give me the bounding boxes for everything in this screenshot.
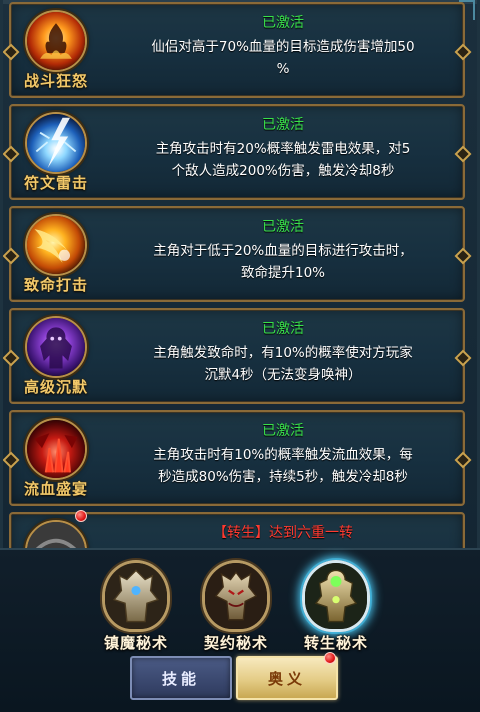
desc-line-1: 主角攻击时有20%概率触发雷电效果，对5 — [155, 141, 411, 157]
tab-label: 镇魔秘术 — [103, 634, 168, 652]
status-active: 已激活 — [262, 219, 304, 235]
skill-card-rune-thunder[interactable]: 符文雷击 已激活 主角攻击时有20%概率触发雷电效果，对5 个敌人造成200%伤… — [9, 104, 465, 200]
tab-contract[interactable]: 契约秘术 — [192, 558, 280, 666]
skill-name: 流血盛宴 — [23, 480, 88, 498]
skill-description: 主角攻击时有20%概率触发雷电效果，对5 个敌人造成200%伤害，触发冷却8秒 — [107, 138, 459, 182]
skill-card-battle-rage[interactable]: 战斗狂怒 已激活 仙侣对高于70%血量的目标造成伤害增加50 % — [9, 2, 465, 98]
status-active: 已激活 — [262, 321, 304, 337]
skill-description: 主角对于低于20%血量的目标进行攻击时， 致命提升10% — [107, 240, 459, 284]
status-locked: 【转生】达到六重一转 — [213, 525, 353, 541]
desc-line-2: % — [276, 61, 290, 77]
desc-line-2: 致命提升10% — [240, 265, 325, 281]
desc-line-2: 秒造成80%伤害，持续5秒，触发冷却8秒 — [158, 469, 408, 485]
skill-card-locked[interactable]: 【转生】达到六重一转 — [9, 510, 465, 548]
fatal-strike-icon — [25, 214, 87, 276]
desc-line-1: 主角对于低于20%血量的目标进行攻击时， — [153, 243, 413, 259]
tab-label: 契约秘术 — [203, 634, 268, 652]
skill-card-fatal-strike[interactable]: 致命打击 已激活 主角对于低于20%血量的目标进行攻击时， 致命提升10% — [9, 206, 465, 302]
contract-icon — [202, 560, 270, 632]
notification-dot — [324, 652, 336, 664]
desc-line-2: 个敌人造成200%伤害，触发冷却8秒 — [171, 163, 395, 179]
desc-line-1: 主角攻击时有10%的概率触发流血效果，每 — [153, 447, 413, 463]
bleeding-feast-icon — [25, 418, 87, 480]
skill-description: 主角触发致命时，有10%的概率使对方玩家 沉默4秒（无法变身唤神） — [107, 342, 459, 386]
demon-suppress-icon — [102, 560, 170, 632]
skill-description: 仙侣对高于70%血量的目标造成伤害增加50 % — [107, 36, 459, 80]
rune-thunder-icon — [25, 112, 87, 174]
skill-name: 致命打击 — [23, 276, 88, 294]
rebirth-icon — [302, 560, 370, 632]
skill-name: 符文雷击 — [23, 174, 88, 192]
desc-line-1: 主角触发致命时，有10%的概率使对方玩家 — [153, 345, 413, 361]
skill-list[interactable]: 战斗狂怒 已激活 仙侣对高于70%血量的目标造成伤害增加50 % 符文雷击 已激… — [0, 0, 480, 548]
skill-card-bleeding-feast[interactable]: 流血盛宴 已激活 主角攻击时有10%的概率触发流血效果，每 秒造成80%伤害，持… — [9, 410, 465, 506]
skill-card-advanced-silence[interactable]: 高级沉默 已激活 主角触发致命时，有10%的概率使对方玩家 沉默4秒（无法变身唤… — [9, 308, 465, 404]
desc-line-1: 仙侣对高于70%血量的目标造成伤害增加50 — [151, 39, 415, 55]
secret-button[interactable]: 奥义 — [236, 656, 338, 700]
battle-rage-icon — [25, 10, 87, 72]
status-active: 已激活 — [262, 117, 304, 133]
advanced-silence-icon — [25, 316, 87, 378]
skill-name: 高级沉默 — [23, 378, 88, 396]
status-active: 已激活 — [262, 423, 304, 439]
locked-skill-icon — [25, 520, 87, 548]
notification-dot — [75, 510, 87, 522]
desc-line-2: 沉默4秒（无法变身唤神） — [204, 367, 362, 383]
skill-description: 主角攻击时有10%的概率触发流血效果，每 秒造成80%伤害，持续5秒，触发冷却8… — [107, 444, 459, 488]
tab-label: 转生秘术 — [303, 634, 368, 652]
tab-demon-suppress[interactable]: 镇魔秘术 — [92, 558, 180, 666]
skill-name: 战斗狂怒 — [23, 72, 88, 90]
status-active: 已激活 — [262, 15, 304, 31]
tab-rebirth[interactable]: 转生秘术 — [292, 558, 380, 666]
skill-button[interactable]: 技能 — [130, 656, 232, 700]
